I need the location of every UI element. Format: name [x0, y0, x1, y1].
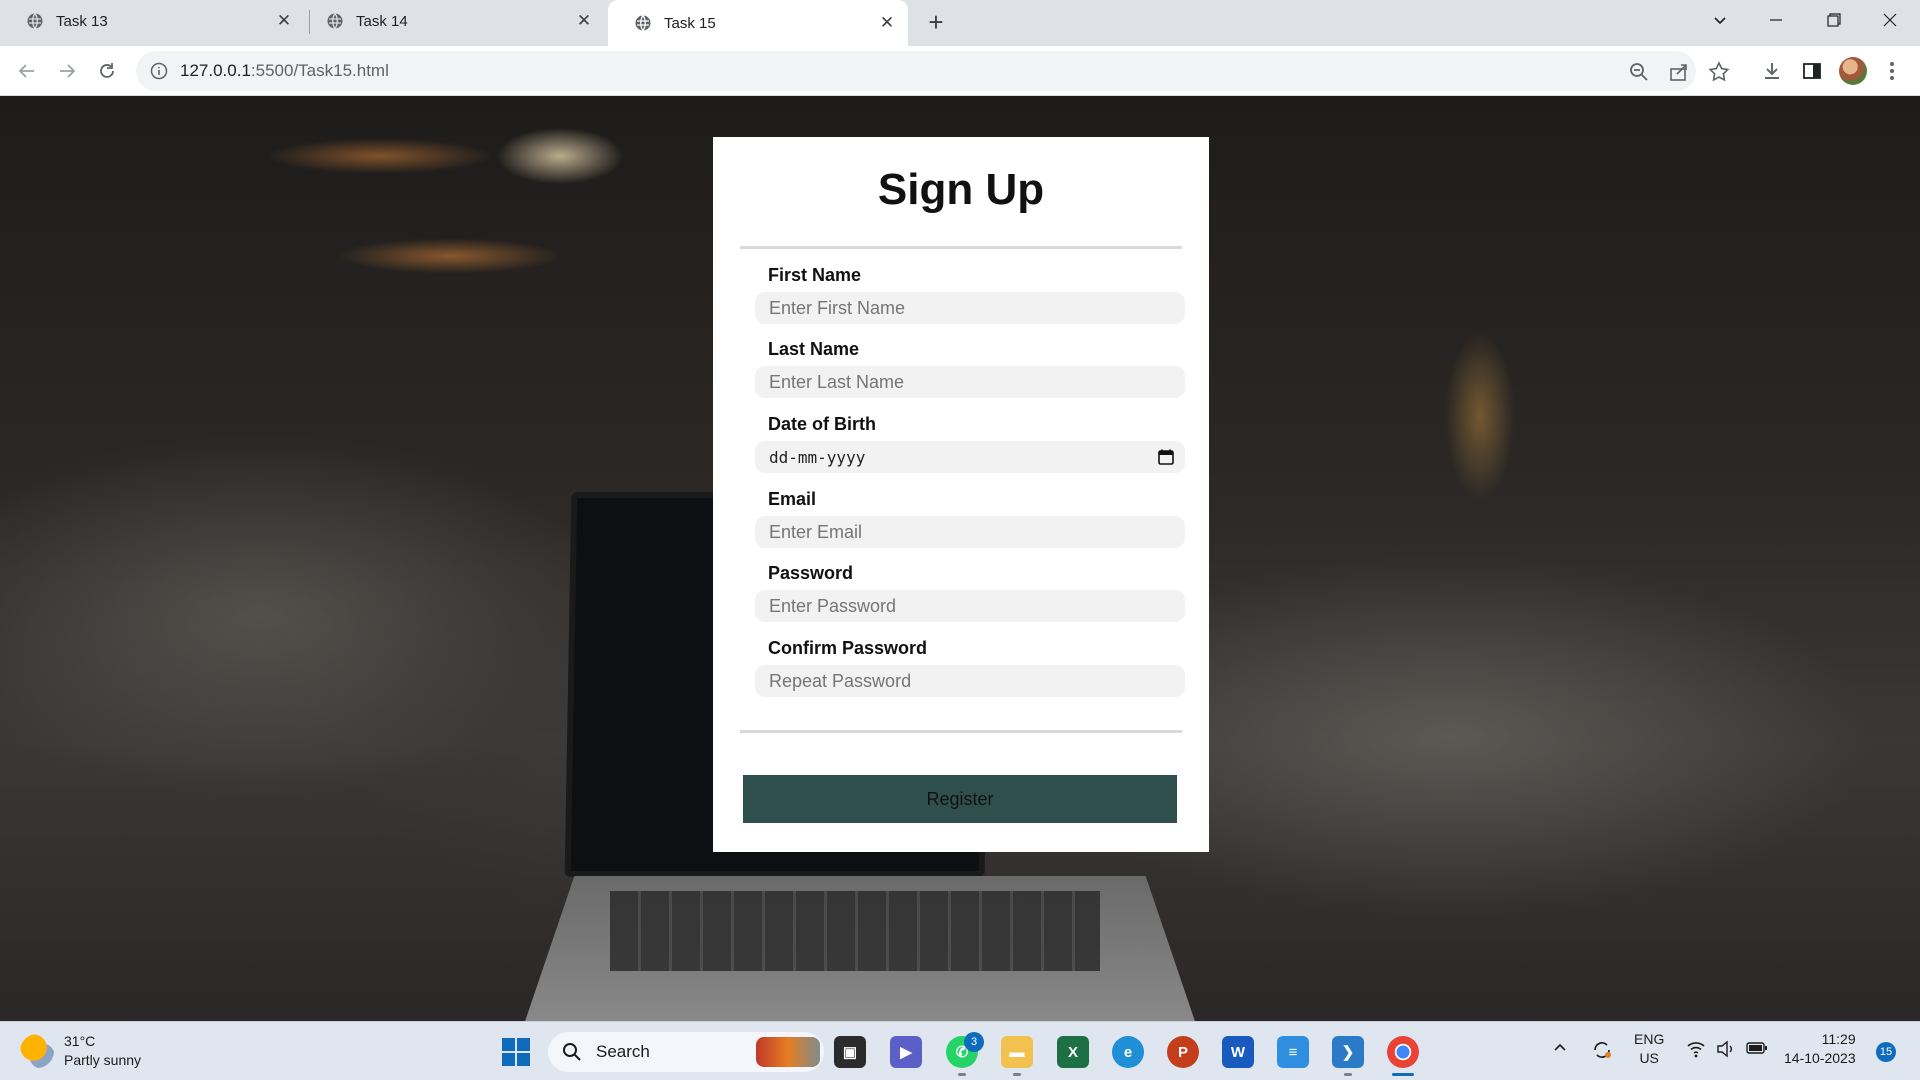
- download-icon[interactable]: [1760, 59, 1784, 83]
- globe-icon: [327, 13, 343, 29]
- signup-card: Sign Up First Name Enter First Name Last…: [713, 137, 1209, 852]
- chrome-icon[interactable]: [1387, 1036, 1419, 1068]
- notepad-icon[interactable]: ≡: [1277, 1036, 1309, 1068]
- divider: [740, 730, 1182, 733]
- word-icon[interactable]: W: [1222, 1036, 1254, 1068]
- confirm-password-label: Confirm Password: [768, 638, 928, 658]
- language-indicator[interactable]: ENG US: [1634, 1030, 1664, 1068]
- email-input[interactable]: Enter Email: [755, 516, 1185, 548]
- register-button[interactable]: Register: [743, 775, 1177, 823]
- star-icon[interactable]: [1707, 60, 1731, 84]
- avatar[interactable]: [1839, 57, 1867, 85]
- whatsapp-badge: 3: [964, 1032, 984, 1052]
- tab-task-14[interactable]: Task 14 ✕: [300, 0, 605, 42]
- close-icon[interactable]: ✕: [876, 12, 898, 34]
- browser-toolbar: 127.0.0.1:5500/Task15.html: [0, 46, 1920, 96]
- first-name-label: First Name: [768, 265, 862, 285]
- tab-title: Task 15: [664, 14, 716, 32]
- share-icon[interactable]: [1667, 60, 1691, 84]
- minimize-icon[interactable]: [1748, 0, 1804, 40]
- weather-desc: Partly sunny: [64, 1052, 142, 1068]
- last-name-label: Last Name: [768, 339, 860, 359]
- volume-icon[interactable]: [1716, 1040, 1736, 1063]
- vscode-icon[interactable]: ❯: [1332, 1036, 1364, 1068]
- password-input[interactable]: Enter Password: [755, 590, 1185, 622]
- close-window-icon[interactable]: [1862, 0, 1918, 40]
- sidepanel-icon[interactable]: [1800, 59, 1824, 83]
- tab-task-15[interactable]: Task 15 ✕: [608, 0, 908, 46]
- form-title: Sign Up: [877, 165, 1045, 214]
- active-indicator: [1392, 1073, 1414, 1076]
- battery-icon[interactable]: [1746, 1040, 1768, 1061]
- lang-text: ENG: [1634, 1031, 1665, 1047]
- password-label: Password: [768, 563, 854, 583]
- background-keyboard: [610, 891, 1100, 971]
- file-explorer-icon[interactable]: ▬: [1001, 1036, 1033, 1068]
- last-name-placeholder: Enter Last Name: [769, 371, 905, 392]
- url-host: 127.0.0.1: [180, 61, 251, 80]
- notification-badge[interactable]: 15: [1876, 1042, 1896, 1062]
- weather-text: 31°C Partly sunny: [64, 1032, 141, 1070]
- confirm-password-placeholder: Repeat Password: [769, 670, 912, 691]
- zoom-icon[interactable]: [1627, 60, 1651, 84]
- forward-icon[interactable]: [51, 55, 83, 87]
- time-text: 11:29: [1821, 1031, 1856, 1047]
- clock[interactable]: 11:29 14-10-2023: [1784, 1030, 1856, 1068]
- address-bar[interactable]: 127.0.0.1:5500/Task15.html: [136, 51, 1730, 91]
- first-name-placeholder: Enter First Name: [769, 297, 906, 318]
- running-indicator: [958, 1073, 966, 1076]
- close-icon[interactable]: ✕: [273, 10, 295, 32]
- date-text: 14-10-2023: [1784, 1050, 1856, 1066]
- globe-icon: [27, 13, 43, 29]
- menu-icon[interactable]: [1880, 59, 1904, 83]
- tab-strip: Task 13 ✕ Task 14 ✕ Task 15 ✕ +: [0, 0, 1920, 46]
- url-text: 127.0.0.1:5500/Task15.html: [180, 61, 389, 81]
- partly-sunny-icon: [20, 1034, 54, 1068]
- weather-temp: 31°C: [64, 1033, 96, 1049]
- taskbar: 31°C Partly sunny Search ▣ ▶ ✆ 3 ▬ X e P…: [0, 1021, 1920, 1080]
- powerpoint-icon[interactable]: P: [1167, 1036, 1199, 1068]
- search-label: Search: [596, 1042, 650, 1061]
- email-label: Email: [768, 489, 817, 509]
- password-placeholder: Enter Password: [769, 595, 897, 616]
- restore-icon[interactable]: [1806, 0, 1862, 40]
- last-name-input[interactable]: Enter Last Name: [755, 366, 1185, 398]
- divider: [740, 246, 1182, 249]
- task-view-icon[interactable]: ▣: [834, 1036, 866, 1068]
- confirm-password-input[interactable]: Repeat Password: [755, 665, 1185, 697]
- info-icon[interactable]: [150, 62, 168, 80]
- search-icon: [563, 1043, 581, 1061]
- wifi-icon[interactable]: [1686, 1040, 1706, 1063]
- reload-icon[interactable]: [91, 55, 123, 87]
- chevron-up-icon[interactable]: [1552, 1040, 1568, 1061]
- new-tab-button[interactable]: +: [920, 6, 952, 38]
- dob-input[interactable]: dd-mm-yyyy: [755, 441, 1185, 473]
- region-text: US: [1639, 1050, 1659, 1066]
- dob-label: Date of Birth: [768, 414, 876, 434]
- back-icon[interactable]: [11, 55, 43, 87]
- teams-chat-icon[interactable]: ▶: [890, 1036, 922, 1068]
- search-highlight-icon: [756, 1037, 820, 1067]
- running-indicator: [1013, 1073, 1021, 1076]
- edge-icon[interactable]: e: [1112, 1036, 1144, 1068]
- sync-icon[interactable]: [1590, 1038, 1614, 1067]
- url-path: :5500/Task15.html: [250, 61, 389, 80]
- taskbar-search[interactable]: Search: [548, 1032, 824, 1072]
- first-name-input[interactable]: Enter First Name: [755, 292, 1185, 324]
- tab-search-icon[interactable]: [1692, 0, 1748, 40]
- calendar-icon[interactable]: [1157, 448, 1175, 466]
- tab-title: Task 14: [356, 12, 408, 30]
- tab-task-13[interactable]: Task 13 ✕: [0, 0, 305, 42]
- excel-icon[interactable]: X: [1057, 1036, 1089, 1068]
- email-placeholder: Enter Email: [769, 521, 863, 542]
- close-icon[interactable]: ✕: [573, 10, 595, 32]
- start-icon[interactable]: [500, 1036, 532, 1068]
- weather-widget[interactable]: 31°C Partly sunny: [20, 1032, 141, 1070]
- globe-icon: [635, 15, 651, 31]
- dob-placeholder: dd-mm-yyyy: [769, 447, 866, 467]
- running-indicator: [1344, 1073, 1352, 1076]
- tab-title: Task 13: [56, 12, 108, 30]
